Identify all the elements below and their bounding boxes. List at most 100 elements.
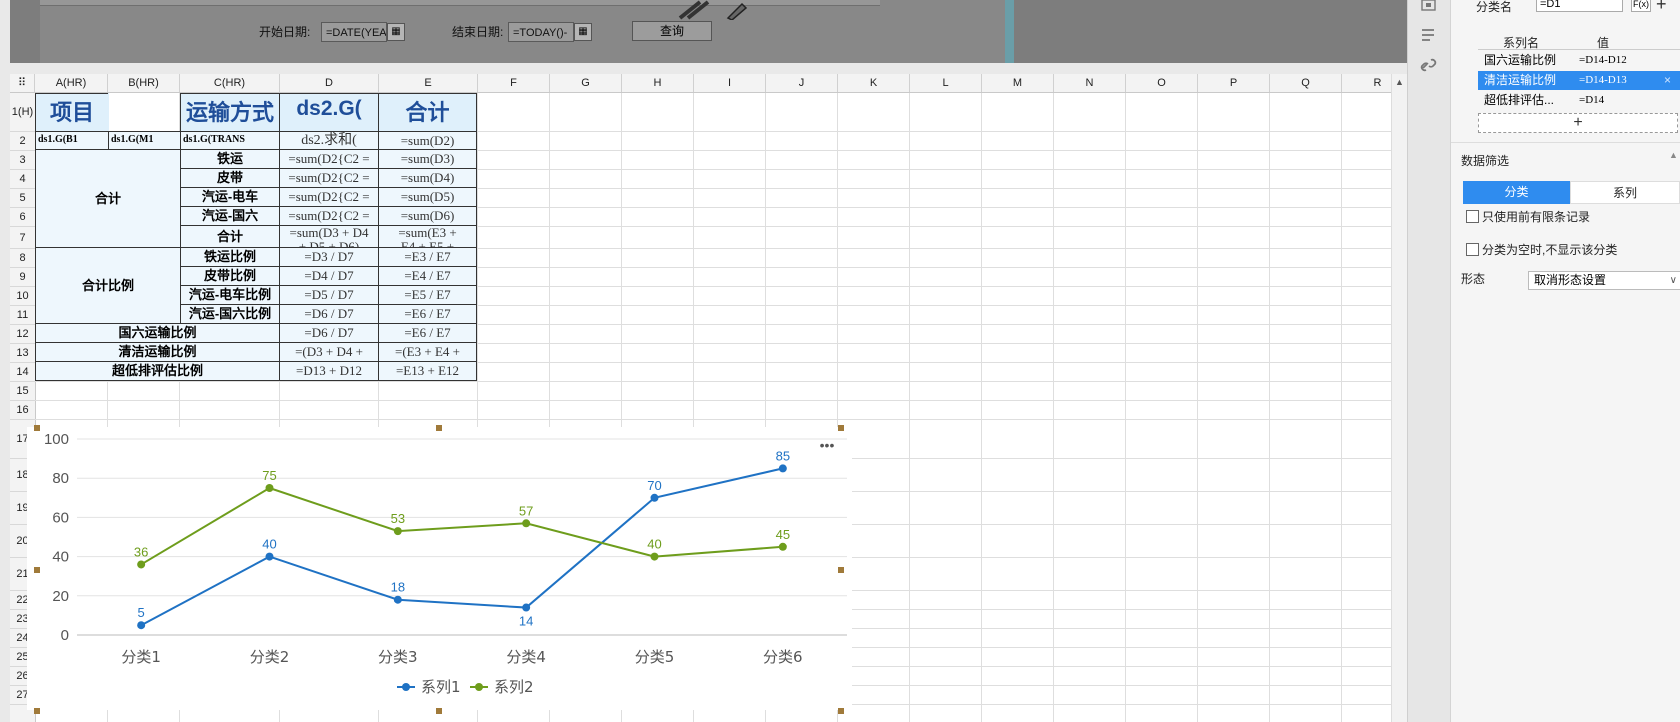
row-header[interactable]: 15 [10, 382, 35, 401]
collapse-icon[interactable]: ▲ [1669, 150, 1678, 160]
chart-resize-handle[interactable] [436, 425, 442, 431]
row-header[interactable]: 4 [10, 170, 35, 189]
query-button[interactable]: 查询 [632, 21, 712, 41]
cell-d4[interactable]: =sum(D2{C2 = [279, 168, 379, 188]
column-header[interactable]: J [766, 74, 838, 92]
select-all-icon[interactable]: ⠿ [10, 74, 35, 92]
cell-group-total[interactable]: 合计 [35, 149, 181, 248]
column-header[interactable]: O [1126, 74, 1198, 92]
row-header[interactable]: 16 [10, 401, 35, 420]
cell-row14-label[interactable]: 超低排评估比例 [35, 361, 280, 381]
cell-d3[interactable]: =sum(D2{C2 = [279, 149, 379, 169]
cell-d13[interactable]: =(D3 + D4 + [279, 342, 379, 362]
row-header[interactable]: 1(H) [10, 93, 35, 132]
cell-d7[interactable]: =sum(D3 + D4 + D5 + D6) [279, 225, 379, 248]
cell-c1[interactable]: 运输方式 [180, 93, 280, 132]
series-row-selected[interactable]: 清洁运输比例 =D14-D13 × [1478, 71, 1680, 90]
row-header[interactable]: 5 [10, 189, 35, 208]
cell-c8[interactable]: 铁运比例 [180, 247, 280, 267]
column-header[interactable]: F [478, 74, 550, 92]
scroll-up-icon[interactable]: ▲ [1395, 77, 1404, 87]
add-series-button[interactable]: + [1478, 113, 1678, 133]
cell-c9[interactable]: 皮带比例 [180, 266, 280, 286]
row-header[interactable]: 6 [10, 208, 35, 227]
column-header[interactable]: K [838, 74, 910, 92]
cell-d5[interactable]: =sum(D2{C2 = [279, 187, 379, 207]
cell-d10[interactable]: =D5 / D7 [279, 285, 379, 305]
hide-empty-checkbox[interactable] [1466, 243, 1479, 256]
line-chart[interactable]: 0 20 40 60 80 100 分类1 分类2 分类3 分类4 分类5 分类6 5 40 18 14 70 8… [27, 427, 852, 710]
cell-e13[interactable]: =(E3 + E4 + [378, 342, 477, 362]
column-header[interactable]: H [622, 74, 694, 92]
cell-d1[interactable]: ds2.G( [279, 93, 379, 132]
cell-a2[interactable]: ds1.G(B1 [35, 131, 109, 150]
chart-resize-handle[interactable] [34, 567, 40, 573]
end-date-input[interactable]: =TODAY()- [508, 22, 574, 42]
category-name-input[interactable]: =D1 [1536, 0, 1623, 12]
cell-c11[interactable]: 汽运-国六比例 [180, 304, 280, 324]
cell-row12-label[interactable]: 国六运输比例 [35, 323, 280, 343]
series-row[interactable]: 超低排评估... =D14 [1478, 91, 1680, 110]
cell-d6[interactable]: =sum(D2{C2 = [279, 206, 379, 226]
chart-resize-handle[interactable] [838, 425, 844, 431]
add-category-icon[interactable]: + [1656, 0, 1667, 15]
column-header[interactable]: R [1342, 74, 1398, 92]
cell-d14[interactable]: =D13 + D12 [279, 361, 379, 381]
column-header[interactable]: A(HR) [35, 74, 108, 92]
cell-e1[interactable]: 合计 [378, 93, 477, 132]
column-header[interactable]: E [379, 74, 478, 92]
cell-e2[interactable]: =sum(D2) [378, 131, 477, 150]
chart-attr-icon[interactable] [1420, 0, 1438, 12]
start-date-input[interactable]: =DATE(YEA [321, 22, 387, 42]
tab-category[interactable]: 分类 [1463, 181, 1570, 204]
chart-resize-handle[interactable] [34, 708, 40, 714]
column-header[interactable]: M [982, 74, 1054, 92]
cell-e4[interactable]: =sum(D4) [378, 168, 477, 188]
row-header[interactable]: 11 [10, 306, 35, 325]
end-calendar-icon[interactable]: ▦ [574, 23, 592, 41]
cell-d11[interactable]: =D6 / D7 [279, 304, 379, 324]
cell-group-ratio[interactable]: 合计比例 [35, 247, 181, 324]
cell-e10[interactable]: =E5 / E7 [378, 285, 477, 305]
remove-series-icon[interactable]: × [1664, 71, 1671, 90]
cell-e8[interactable]: =E3 / E7 [378, 247, 477, 267]
cell-c5[interactable]: 汽运-电车 [180, 187, 280, 207]
cell-b2[interactable]: ds1.G(M1 [108, 131, 181, 150]
cell-c7[interactable]: 合计 [180, 225, 280, 248]
column-header[interactable]: B(HR) [108, 74, 180, 92]
cell-row13-label[interactable]: 清洁运输比例 [35, 342, 280, 362]
chart-resize-handle[interactable] [838, 708, 844, 714]
cell-c4[interactable]: 皮带 [180, 168, 280, 188]
cell-e7[interactable]: =sum(E3 + E4 + E5 + [378, 225, 477, 248]
row-header[interactable]: 7 [10, 227, 35, 249]
column-header[interactable]: N [1054, 74, 1126, 92]
cell-c2[interactable]: ds1.G(TRANS [180, 131, 280, 150]
cell-c6[interactable]: 汽运-国六 [180, 206, 280, 226]
vertical-scrollbar[interactable]: ▲ [1391, 74, 1408, 722]
cell-d8[interactable]: =D3 / D7 [279, 247, 379, 267]
data-list-icon[interactable] [1420, 27, 1438, 43]
row-header[interactable]: 14 [10, 363, 35, 382]
column-header[interactable]: D [280, 74, 379, 92]
start-calendar-icon[interactable]: ▦ [387, 23, 405, 41]
row-header[interactable]: 8 [10, 249, 35, 268]
row-header[interactable]: 10 [10, 287, 35, 306]
column-header[interactable]: I [694, 74, 766, 92]
cell-d2[interactable]: ds2.求和( [279, 131, 379, 150]
cell-d9[interactable]: =D4 / D7 [279, 266, 379, 286]
column-header[interactable]: L [910, 74, 982, 92]
form-select[interactable]: 取消形态设置 ∨ [1528, 271, 1680, 290]
cell-c3[interactable]: 铁运 [180, 149, 280, 169]
series-row[interactable]: 国六运输比例 =D14-D12 [1478, 51, 1680, 70]
row-header[interactable]: 9 [10, 268, 35, 287]
link-icon[interactable] [1420, 57, 1438, 73]
cell-e11[interactable]: =E6 / E7 [378, 304, 477, 324]
cell-e14[interactable]: =E13 + E12 [378, 361, 477, 381]
chart-resize-handle[interactable] [838, 567, 844, 573]
tab-series[interactable]: 系列 [1570, 181, 1680, 204]
cell-c10[interactable]: 汽运-电车比例 [180, 285, 280, 305]
top-records-checkbox[interactable] [1466, 210, 1479, 223]
cell-e12[interactable]: =E6 / E7 [378, 323, 477, 343]
column-header[interactable]: Q [1270, 74, 1342, 92]
cell-d12[interactable]: =D6 / D7 [279, 323, 379, 343]
